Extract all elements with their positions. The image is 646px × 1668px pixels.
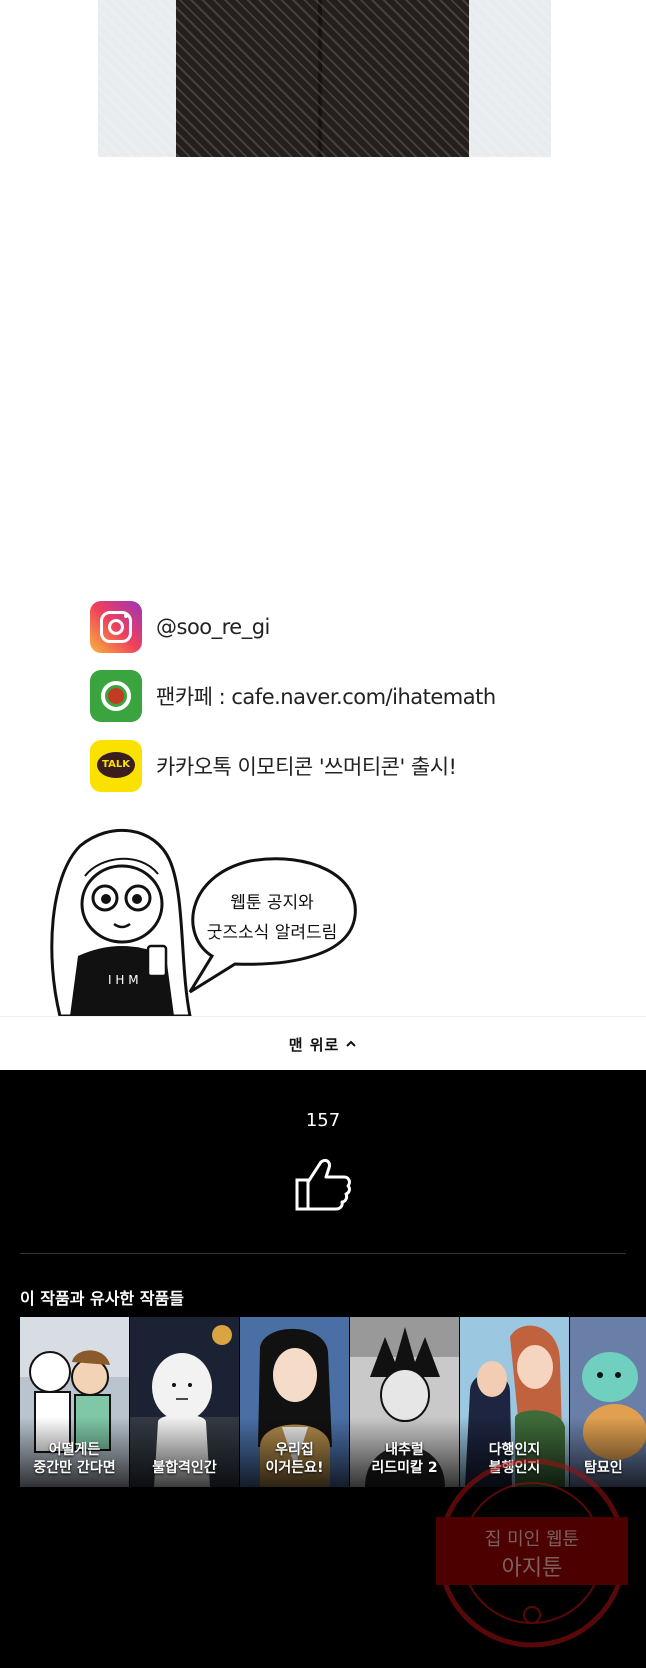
watermark-line-2: 아지툰 (502, 1556, 563, 1581)
speech-line-1: 웹툰 공지와 (230, 893, 314, 913)
similar-work-card[interactable]: 어떨게든 중간만 간다면 (20, 1317, 129, 1487)
instagram-row[interactable]: @soo_re_gi (90, 600, 520, 654)
divider (20, 1253, 626, 1254)
cafe-row[interactable]: 팬카페 : cafe.naver.com/ihatemath (90, 669, 520, 723)
kakao-emoticon-text: 카카오톡 이모티콘 '쓰머티콘' 출시! (156, 755, 457, 779)
cafe-link: 팬카페 : cafe.naver.com/ihatemath (156, 685, 496, 709)
product-photo (98, 0, 551, 157)
thumbs-up-icon[interactable] (294, 1156, 352, 1212)
kakaotalk-icon: TALK (90, 740, 142, 792)
chevron-up-icon (346, 1040, 357, 1047)
similar-work-title: 불합격인간 (152, 1460, 217, 1476)
similar-work-title: 우리집 이거든요! (265, 1442, 324, 1476)
naver-cafe-icon (90, 670, 142, 722)
similar-works-title: 이 작품과 유사한 작품들 (20, 1289, 184, 1308)
similar-work-title: 어떨게든 중간만 간다면 (33, 1442, 116, 1476)
instagram-handle: @soo_re_gi (156, 615, 270, 639)
similar-work-card[interactable]: 우리집 이거든요! (240, 1317, 349, 1487)
svg-text:I H M: I H M (108, 973, 139, 987)
watermark-line-1: 집 미인 웹툰 (485, 1529, 579, 1550)
author-cartoon: I H M 웹툰 공지와 굿즈소식 알려드림 (50, 828, 357, 1016)
kakao-row[interactable]: TALK 카카오톡 이모티콘 '쓰머티콘' 출시! (90, 739, 520, 793)
similar-work-card[interactable]: 불합격인간 (130, 1317, 239, 1487)
like-count: 157 (305, 1110, 341, 1131)
back-to-top-button[interactable]: 맨 위로 (0, 1016, 646, 1071)
watermark-stamp: 집 미인 웹툰 아지툰 (436, 1458, 628, 1648)
back-to-top-label: 맨 위로 (288, 1035, 340, 1054)
instagram-icon (90, 601, 142, 653)
speech-line-2: 굿즈소식 알려드림 (207, 923, 338, 943)
